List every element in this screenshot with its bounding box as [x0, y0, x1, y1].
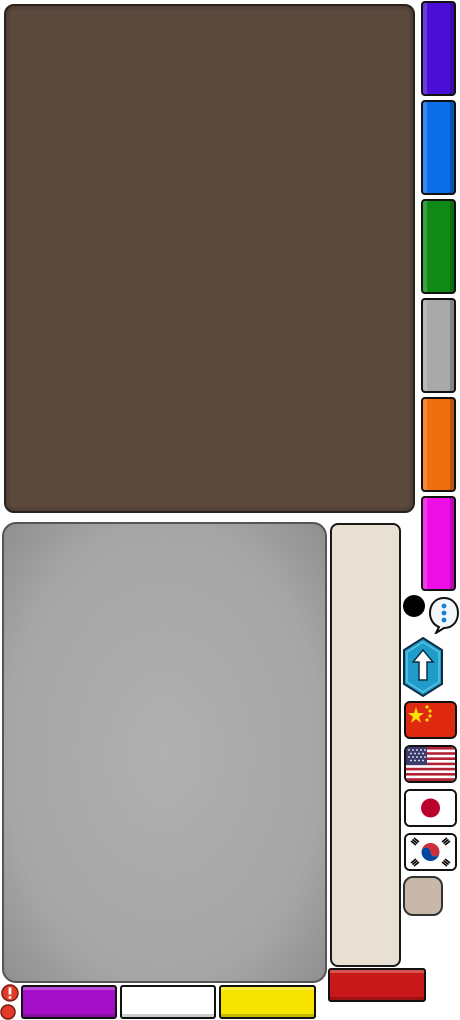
swatch-label: gray — [0, 0, 1, 1]
bottom-button-label: white — [0, 0, 1, 1]
piece-tray[interactable] — [330, 523, 401, 967]
color-swatch-purple[interactable] — [421, 1, 456, 96]
upload-button[interactable] — [402, 636, 444, 698]
china-flag[interactable] — [404, 701, 457, 739]
alert-icon[interactable] — [0, 984, 20, 1020]
swatch-label: orange — [0, 0, 1, 1]
color-button-purple[interactable] — [21, 985, 117, 1019]
icon-label: alert-icon — [0, 0, 1, 1]
flag-label: japan-flag — [0, 0, 1, 1]
swatch-label: purple — [0, 0, 1, 1]
usa-flag[interactable] — [404, 745, 457, 783]
color-button-white[interactable] — [120, 985, 216, 1019]
icon-label: chat-bubble-icon — [0, 0, 1, 1]
korea-flag[interactable] — [404, 833, 457, 871]
japan-flag[interactable] — [404, 789, 457, 827]
piece-button[interactable] — [403, 876, 443, 916]
bottom-button-label: yellow — [0, 0, 1, 1]
flag-label: korea-flag — [0, 0, 1, 1]
swatch-label: green — [0, 0, 1, 1]
color-swatch-gray[interactable] — [421, 298, 456, 393]
color-button-yellow[interactable] — [219, 985, 316, 1019]
black-dot-icon[interactable] — [402, 594, 426, 618]
icon-label: upload-arrow-icon — [0, 0, 1, 1]
color-swatch-magenta[interactable] — [421, 496, 456, 591]
flag-label: usa-flag — [0, 0, 1, 1]
chat-bubble-icon[interactable] — [428, 596, 460, 634]
icon-label: black-dot-icon — [0, 0, 1, 1]
flag-label: china-flag — [0, 0, 1, 1]
color-swatch-orange[interactable] — [421, 397, 456, 492]
gray-panel[interactable] — [2, 522, 327, 983]
game-board[interactable] — [4, 4, 415, 513]
color-swatch-green[interactable] — [421, 199, 456, 294]
bottom-button-label: purple — [0, 0, 1, 1]
swatch-label: blue — [0, 0, 1, 1]
color-swatch-blue[interactable] — [421, 100, 456, 195]
red-button[interactable] — [328, 968, 426, 1002]
swatch-label: magenta — [0, 0, 1, 1]
